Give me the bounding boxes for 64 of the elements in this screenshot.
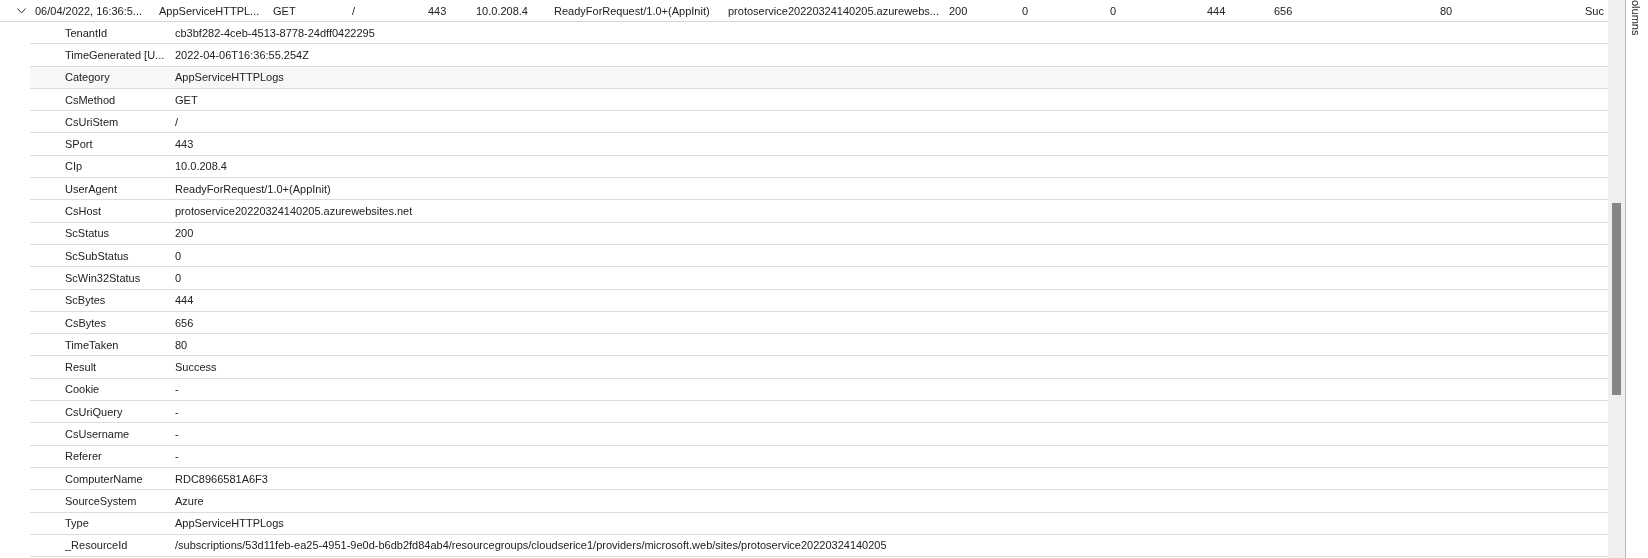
field-name: SourceSystem	[64, 494, 138, 507]
table-cell: 0	[1022, 4, 1029, 17]
field-name: TenantId	[64, 26, 109, 39]
table-cell: 443	[428, 4, 447, 17]
table-cell: /	[352, 4, 356, 17]
field-name: Type	[64, 517, 90, 530]
table-cell: 10.0.208.4	[476, 4, 528, 17]
table-cell: protoservice20220324140205.azurewebs...	[728, 4, 939, 17]
field-name: ScStatus	[64, 227, 111, 240]
field-value: 656	[175, 316, 194, 329]
table-cell: 0	[1110, 4, 1117, 17]
field-value: Azure	[175, 494, 204, 507]
field-name: Category	[64, 71, 111, 84]
field-name: _ResourceId	[64, 539, 129, 552]
field-name: ScSubStatus	[64, 249, 130, 262]
field-name: CIp	[64, 160, 84, 173]
field-name: TimeTaken	[64, 338, 120, 351]
field-value: /	[175, 115, 179, 128]
field-value: GET	[175, 93, 198, 106]
field-name: Cookie	[64, 383, 101, 396]
field-name: TimeGenerated [U...	[64, 48, 166, 61]
table-cell: 656	[1274, 4, 1293, 17]
field-name: CsBytes	[64, 316, 107, 329]
table-cell: 200	[949, 4, 968, 17]
field-name: CsHost	[64, 205, 103, 217]
field-name: ScWin32Status	[64, 271, 142, 284]
table-cell: GET	[273, 4, 296, 17]
field-value: 200	[175, 227, 194, 240]
field-value: RDC8966581A6F3	[175, 472, 268, 485]
field-value: 80	[175, 338, 188, 351]
field-name: CsMethod	[64, 93, 117, 106]
field-value: protoservice20220324140205.azurewebsites.net	[175, 205, 413, 217]
table-cell: 80	[1440, 4, 1453, 17]
field-name: ScBytes	[64, 294, 107, 307]
field-value: -	[175, 450, 179, 463]
field-value: AppServiceHTTPLogs	[175, 71, 284, 84]
field-value: AppServiceHTTPLogs	[175, 517, 284, 530]
field-value: 2022-04-06T16:36:55.254Z	[175, 48, 309, 61]
table-cell: 06/04/2022, 16:36:5...	[35, 4, 143, 17]
field-name: SPort	[64, 138, 94, 151]
field-value: 444	[175, 294, 194, 307]
table-cell: 444	[1207, 4, 1226, 17]
table-cell: Suc	[1585, 4, 1604, 17]
field-name: UserAgent	[64, 182, 118, 195]
field-name: CsUsername	[64, 428, 131, 440]
field-value: 0	[175, 271, 182, 284]
field-value: -	[175, 405, 179, 418]
field-value: 10.0.208.4	[175, 160, 227, 173]
field-value: 443	[175, 138, 194, 151]
field-value: 0	[175, 249, 182, 262]
field-name: Result	[64, 361, 98, 374]
field-value: ReadyForRequest/1.0+(AppInit)	[175, 182, 331, 195]
field-name: Referer	[64, 450, 103, 463]
table-cell: ReadyForRequest/1.0+(AppInit)	[554, 4, 710, 17]
field-name: CsUriQuery	[64, 405, 124, 418]
field-value: -	[175, 383, 179, 396]
columns-tab[interactable]: olumns	[1630, 0, 1642, 36]
field-name: ComputerName	[64, 472, 144, 485]
field-value: Success	[175, 361, 217, 374]
table-cell: AppServiceHTTPL...	[159, 4, 260, 17]
field-value: -	[175, 428, 179, 440]
field-value: /subscriptions/53d11feb-ea25-4951-9e0d-b6db2fd84ab4/resourcegroups/cloudserice1/providers/microsoft.web/sites/protoservice20220324140205	[175, 539, 887, 552]
field-value: cb3bf282-4ceb-4513-8778-24dff0422295	[175, 26, 375, 39]
field-name: CsUriStem	[64, 115, 120, 128]
